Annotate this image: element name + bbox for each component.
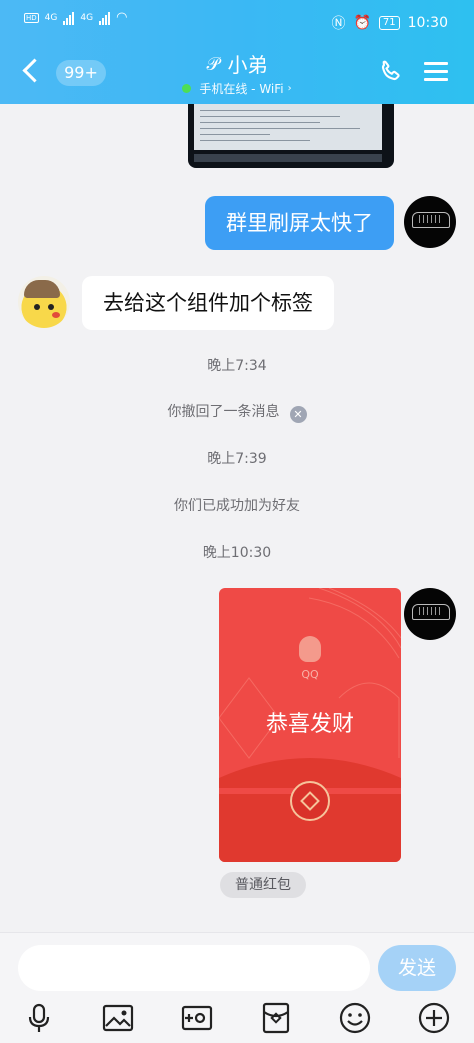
message-bubble-sent[interactable]: 群里刷屏太快了 xyxy=(205,196,394,250)
online-status: 手机在线 - WiFi xyxy=(199,81,284,96)
red-packet-type-label: 普通红包 xyxy=(220,872,306,898)
chevron-right-icon: › xyxy=(287,82,292,94)
contact-name: 小弟 xyxy=(227,53,268,77)
hd-icon: HD xyxy=(24,12,39,23)
message-input[interactable] xyxy=(18,945,370,991)
nfc-icon: Ⓝ xyxy=(331,16,346,32)
timestamp: 晚上7:34 xyxy=(207,358,267,374)
menu-icon[interactable] xyxy=(424,62,448,81)
online-dot-icon xyxy=(182,84,192,93)
emoji-icon[interactable] xyxy=(338,1001,372,1035)
microphone-icon[interactable] xyxy=(22,1001,56,1035)
message-bubble-received[interactable]: 去给这个组件加个标签 xyxy=(82,276,334,330)
alarm-icon: ⏰ xyxy=(353,15,371,31)
ear-icon: 𝒫 xyxy=(206,54,220,75)
plus-icon[interactable] xyxy=(417,1001,451,1035)
clock: 10:30 xyxy=(407,15,448,31)
battery-icon: 71 xyxy=(378,16,400,30)
status-bar: HD 4G 4G ◠ Ⓝ ⏰ 71 10:30 xyxy=(0,0,474,44)
wifi-icon: ◠ xyxy=(116,10,128,25)
send-button[interactable]: 发送 xyxy=(378,945,456,991)
friend-added-notice: 你们已成功加为好友 xyxy=(174,498,300,514)
recall-text: 你撤回了一条消息 xyxy=(167,404,280,420)
red-packet-icon[interactable] xyxy=(259,1001,293,1035)
close-icon[interactable]: ✕ xyxy=(289,406,307,423)
phone-icon[interactable] xyxy=(376,58,404,86)
timestamp: 晚上10:30 xyxy=(202,545,272,561)
image-icon[interactable] xyxy=(101,1001,135,1035)
composer: 发送 xyxy=(0,932,474,1043)
qq-logo: QQ xyxy=(219,636,401,681)
recall-notice: 你撤回了一条消息 ✕ xyxy=(0,402,474,423)
my-avatar[interactable] xyxy=(404,196,456,248)
network-label-1: 4G xyxy=(44,12,58,23)
red-packet-greeting: 恭喜发财 xyxy=(265,712,354,737)
red-packet-card[interactable]: QQ 恭喜发财 xyxy=(219,588,401,862)
network-label-2: 4G xyxy=(80,12,94,23)
chat-header: HD 4G 4G ◠ Ⓝ ⏰ 71 10:30 99+ 𝒫 小弟 手机在线 - … xyxy=(0,0,474,104)
image-message[interactable] xyxy=(188,104,394,168)
toolbar xyxy=(0,997,474,1037)
signal-icon-2 xyxy=(99,11,111,25)
my-avatar[interactable] xyxy=(404,588,456,640)
penguin-icon xyxy=(299,636,321,662)
friend-avatar[interactable] xyxy=(18,276,70,328)
signal-icon xyxy=(63,11,75,25)
timestamp: 晚上7:39 xyxy=(207,451,267,467)
red-packet-pattern xyxy=(219,588,401,788)
coin-icon xyxy=(290,781,330,821)
video-icon[interactable] xyxy=(180,1001,214,1035)
